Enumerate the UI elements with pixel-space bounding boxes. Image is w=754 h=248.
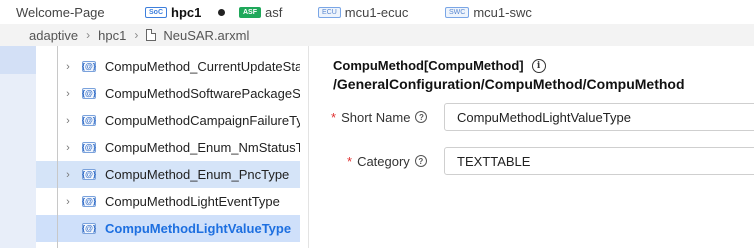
tab-bar: Welcome-Page SoC hpc1 ASF asf ECU mcu1-e… [0,0,754,24]
tree-item[interactable]: › {@} CompuMethodSoftwarePackageS [36,80,300,107]
tree-indent-strip-selected [0,46,36,74]
short-name-input[interactable]: CompuMethodLightValueType [444,103,754,131]
breadcrumb-item-file[interactable]: NeuSAR.arxml [163,28,249,43]
compu-method-icon: {@} [81,61,96,72]
tree-item-label: CompuMethodSoftwarePackageS [104,86,300,101]
breadcrumb: adaptive › hpc1 › NeuSAR.arxml [0,24,754,46]
chevron-right-icon[interactable]: › [63,88,73,100]
chevron-right-icon[interactable]: › [63,61,73,73]
required-marker: * [331,109,337,125]
tab-asf[interactable]: ASF asf [239,0,282,24]
tab-label: hpc1 [171,4,202,20]
tree-item[interactable]: › {@} CompuMethodLightEventType [36,188,300,215]
unsaved-dot-icon [218,8,226,16]
tree-item[interactable]: › {@} CompuMethod_CurrentUpdateSta [36,53,300,80]
category-select[interactable]: TEXTTABLE [444,147,754,175]
chevron-right-icon[interactable]: › [63,196,73,208]
category-row: * Category ? TEXTTABLE [309,147,754,175]
breadcrumb-item-adaptive[interactable]: adaptive [29,28,78,43]
swc-badge-icon: SWC [445,6,470,18]
tab-label: mcu1-ecuc [344,4,409,20]
tree-item[interactable]: › {@} CompuMethod_Enum_NmStatusT [36,134,300,161]
help-icon[interactable]: ? [414,155,427,167]
short-name-row: * Short Name ? CompuMethodLightValueType [309,103,754,131]
tree-item-label: CompuMethodLightEventType [105,194,280,209]
compu-method-icon: {@} [81,115,96,126]
compu-method-icon: {@} [81,88,96,99]
detail-panel: CompuMethod[CompuMethod] i /GeneralConfi… [309,46,754,248]
chevron-right-icon[interactable]: › [63,142,73,154]
tree-item-label: CompuMethod_Enum_NmStatusT [104,140,300,155]
tree-item-label: CompuMethodCampaignFailureTy [104,113,300,128]
help-icon[interactable]: ? [415,111,428,123]
element-type-title: CompuMethod[CompuMethod] i [333,58,546,73]
file-icon [146,29,157,41]
category-label: Category [357,153,410,169]
breadcrumb-item-hpc1[interactable]: hpc1 [98,28,126,43]
tab-label: mcu1-swc [473,4,532,20]
tree-item-selected[interactable]: {@} CompuMethodLightValueType [36,215,300,242]
ecu-badge-icon: ECU [318,6,341,18]
chevron-right-icon[interactable]: › [63,115,73,127]
tree-item[interactable]: › {@} CompuMethodCampaignFailureTy [36,107,300,134]
element-path: /GeneralConfiguration/CompuMethod/CompuM… [333,76,685,92]
compu-method-icon: {@} [81,223,97,234]
tab-mcu1-ecuc[interactable]: ECU mcu1-ecuc [318,0,408,24]
chevron-right-icon[interactable]: › [63,169,73,181]
soc-badge-icon: SoC [145,6,167,18]
tree-panel: › {@} CompuMethod_CurrentUpdateSta › {@}… [0,46,300,248]
tab-mcu1-swc[interactable]: SWC mcu1-swc [445,0,532,24]
tree-item-label: CompuMethod_CurrentUpdateSta [104,59,300,74]
element-type-label: CompuMethod[CompuMethod] [333,58,524,73]
compu-method-icon: {@} [81,196,97,207]
compu-method-icon: {@} [81,169,97,180]
tree-item-label: CompuMethodLightValueType [105,221,292,236]
info-icon[interactable]: i [531,58,546,73]
tab-label: Welcome-Page [16,4,105,20]
tree-indent-guide [57,46,58,248]
compu-method-icon: {@} [81,142,96,153]
tree-item-hovered[interactable]: › {@} CompuMethod_Enum_PncType [36,161,300,188]
tab-welcome-page[interactable]: Welcome-Page [16,0,105,24]
tab-label: asf [265,4,283,20]
tree-item-label: CompuMethod_Enum_PncType [105,167,290,182]
chevron-right-icon: › [134,28,139,42]
tree-indent-strip [0,46,36,248]
tab-hpc1[interactable]: SoC hpc1 [145,0,226,24]
asf-badge-icon: ASF [239,6,261,18]
chevron-right-icon: › [86,28,91,42]
required-marker: * [347,153,353,169]
short-name-label: Short Name [341,109,411,125]
